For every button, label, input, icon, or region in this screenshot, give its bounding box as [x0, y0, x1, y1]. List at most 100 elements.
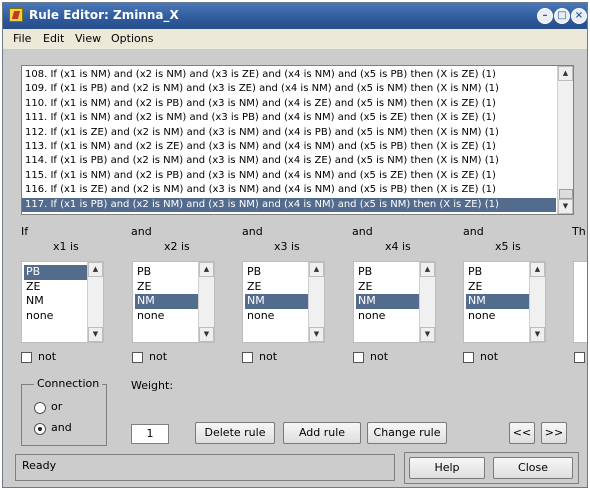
connection-title: Connection — [34, 377, 103, 390]
connector-and-1: and — [131, 225, 152, 238]
menu-options[interactable]: Options — [111, 32, 153, 45]
minimize-icon[interactable]: – — [537, 8, 553, 24]
connection-group: Connection or and — [21, 377, 107, 446]
x1-not-label: not — [38, 350, 57, 363]
connector-and-4: and — [463, 225, 484, 238]
var-label-x1: x1 is — [53, 240, 79, 253]
weight-label: Weight: — [131, 379, 174, 392]
value-option-none[interactable]: none — [245, 309, 309, 324]
value-option-ze[interactable]: ZE — [466, 280, 530, 295]
close-icon[interactable]: × — [571, 8, 587, 24]
rule-item[interactable]: 110. If (x1 is NM) and (x2 is PB) and (x… — [22, 97, 556, 111]
rule-list[interactable]: 108. If (x1 is NM) and (x2 is NM) and (x… — [21, 65, 574, 215]
menu-view[interactable]: View — [75, 32, 101, 45]
x3-value-list[interactable]: PB ZE NM none ▲ ▼ — [242, 261, 325, 343]
rule-item[interactable]: 112. If (x1 is ZE) and (x2 is NM) and (x… — [22, 126, 556, 140]
scroll-up-icon[interactable]: ▲ — [558, 66, 573, 81]
connector-and-3: and — [352, 225, 373, 238]
x4-value-list[interactable]: PB ZE NM none ▲ ▼ — [353, 261, 436, 343]
var-label-x4: x4 is — [385, 240, 411, 253]
value-option-nm[interactable]: NM — [245, 294, 309, 309]
value-option-pb[interactable]: PB — [24, 265, 88, 280]
weight-input[interactable]: 1 — [131, 424, 169, 444]
scroll-up-icon[interactable]: ▲ — [199, 262, 214, 277]
x2-value-list[interactable]: PB ZE NM none ▲ ▼ — [132, 261, 215, 343]
delete-rule-button[interactable]: Delete rule — [195, 422, 275, 444]
rule-item[interactable]: 109. If (x1 is PB) and (x2 is NM) and (x… — [22, 82, 556, 96]
rule-item[interactable]: 115. If (x1 is NM) and (x2 is PB) and (x… — [22, 169, 556, 183]
value-option-none[interactable]: none — [356, 309, 420, 324]
value-option-ze[interactable]: ZE — [356, 280, 420, 295]
or-radio[interactable] — [34, 402, 46, 414]
scroll-up-icon[interactable]: ▲ — [88, 262, 103, 277]
x3-not-label: not — [259, 350, 278, 363]
connector-and-2: and — [242, 225, 263, 238]
x3-scrollbar[interactable]: ▲ ▼ — [308, 262, 324, 342]
and-radio[interactable] — [34, 423, 46, 435]
rule-item[interactable]: 116. If (x1 is ZE) and (x2 is NM) and (x… — [22, 183, 556, 197]
rule-list-scrollbar[interactable]: ▲ ▼ — [557, 66, 573, 214]
menu-file[interactable]: File — [13, 32, 31, 45]
value-option-pb[interactable]: PB — [245, 265, 309, 280]
maximize-icon[interactable]: □ — [554, 8, 570, 24]
rule-item[interactable]: 111. If (x1 is NM) and (x2 is NM) and (x… — [22, 111, 556, 125]
scroll-down-icon[interactable]: ▼ — [558, 199, 573, 214]
x5-value-list[interactable]: PB ZE NM none ▲ ▼ — [463, 261, 546, 343]
x1-not-checkbox[interactable] — [21, 352, 32, 363]
var-label-x5: x5 is — [495, 240, 521, 253]
connector-then: Th — [572, 225, 586, 238]
value-option-ze[interactable]: ZE — [245, 280, 309, 295]
x3-not-checkbox[interactable] — [242, 352, 253, 363]
x5-not-checkbox[interactable] — [463, 352, 474, 363]
value-option-pb[interactable]: PB — [466, 265, 530, 280]
value-option-nm[interactable]: NM — [24, 294, 88, 309]
status-text: Ready — [22, 459, 57, 472]
scroll-down-icon[interactable]: ▼ — [420, 327, 435, 342]
previous-rule-button[interactable]: << — [509, 422, 535, 444]
value-option-none[interactable]: none — [466, 309, 530, 324]
scroll-down-icon[interactable]: ▼ — [530, 327, 545, 342]
menu-edit[interactable]: Edit — [43, 32, 64, 45]
scroll-down-icon[interactable]: ▼ — [199, 327, 214, 342]
menu-bar: File Edit View Options — [3, 29, 587, 49]
output-value-list[interactable] — [573, 261, 587, 343]
x1-scrollbar[interactable]: ▲ ▼ — [87, 262, 103, 342]
x2-scrollbar[interactable]: ▲ ▼ — [198, 262, 214, 342]
rule-item[interactable]: 113. If (x1 is NM) and (x2 is ZE) and (x… — [22, 140, 556, 154]
rule-item[interactable]: 108. If (x1 is NM) and (x2 is NM) and (x… — [22, 68, 556, 82]
scroll-up-icon[interactable]: ▲ — [420, 262, 435, 277]
value-option-ze[interactable]: ZE — [24, 280, 88, 295]
rule-editor-window: Rule Editor: Zminna_X – □ × File Edit Vi… — [2, 2, 588, 488]
help-button[interactable]: Help — [409, 457, 485, 479]
var-label-x2: x2 is — [164, 240, 190, 253]
scroll-down-icon[interactable]: ▼ — [309, 327, 324, 342]
or-label: or — [51, 400, 63, 413]
connector-if: If — [21, 225, 29, 238]
value-option-nm[interactable]: NM — [135, 294, 199, 309]
matlab-icon — [9, 8, 23, 22]
scroll-thumb[interactable] — [559, 189, 573, 199]
value-option-pb[interactable]: PB — [356, 265, 420, 280]
value-option-none[interactable]: none — [135, 309, 199, 324]
value-option-nm[interactable]: NM — [356, 294, 420, 309]
value-option-pb[interactable]: PB — [135, 265, 199, 280]
change-rule-button[interactable]: Change rule — [367, 422, 447, 444]
x4-scrollbar[interactable]: ▲ ▼ — [419, 262, 435, 342]
close-button[interactable]: Close — [493, 457, 573, 479]
scroll-up-icon[interactable]: ▲ — [530, 262, 545, 277]
x2-not-checkbox[interactable] — [132, 352, 143, 363]
value-option-none[interactable]: none — [24, 309, 88, 324]
x1-value-list[interactable]: PB ZE NM none ▲ ▼ — [21, 261, 104, 343]
x4-not-checkbox[interactable] — [353, 352, 364, 363]
title-bar: Rule Editor: Zminna_X – □ × — [3, 3, 587, 29]
x5-scrollbar[interactable]: ▲ ▼ — [529, 262, 545, 342]
scroll-down-icon[interactable]: ▼ — [88, 327, 103, 342]
scroll-up-icon[interactable]: ▲ — [309, 262, 324, 277]
rule-item[interactable]: 114. If (x1 is PB) and (x2 is NM) and (x… — [22, 154, 556, 168]
value-option-nm[interactable]: NM — [466, 294, 530, 309]
output-not-checkbox[interactable] — [574, 352, 585, 363]
next-rule-button[interactable]: >> — [541, 422, 567, 444]
add-rule-button[interactable]: Add rule — [283, 422, 361, 444]
rule-item[interactable]: 117. If (x1 is PB) and (x2 is NM) and (x… — [22, 197, 556, 212]
value-option-ze[interactable]: ZE — [135, 280, 199, 295]
